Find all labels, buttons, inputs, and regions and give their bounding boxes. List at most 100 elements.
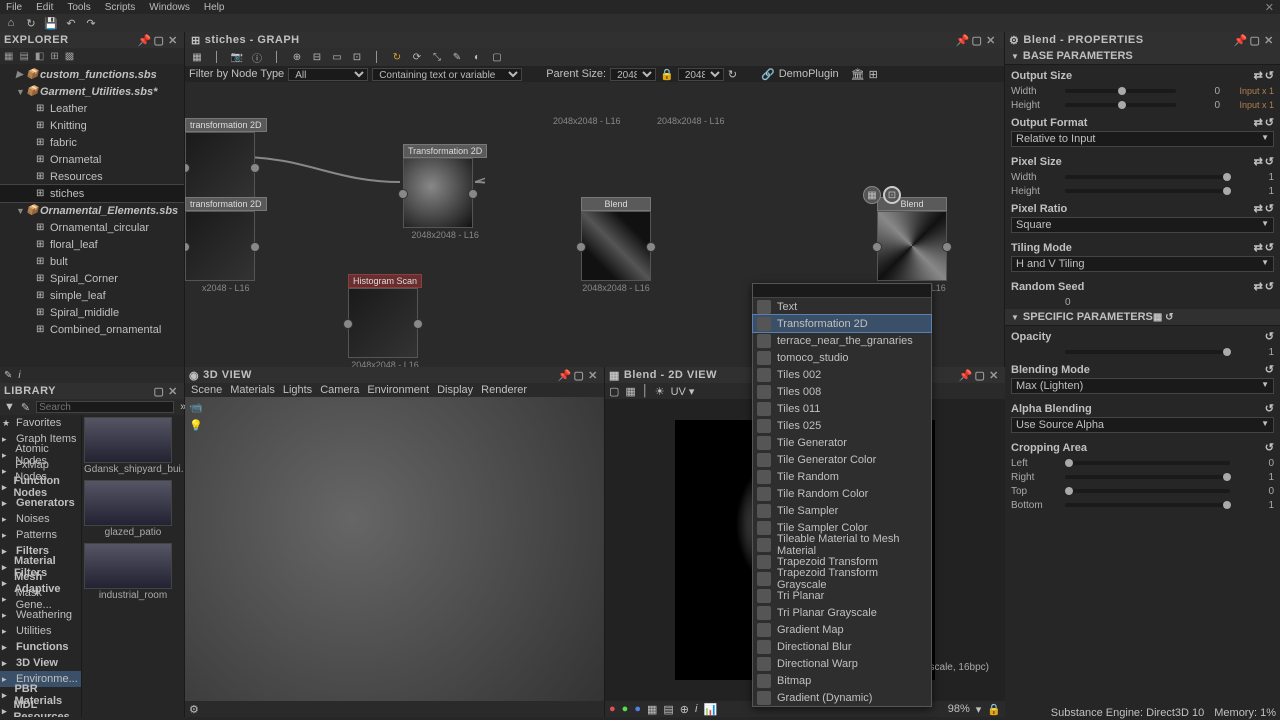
popup-item[interactable]: Tri Planar Grayscale	[753, 604, 931, 621]
close-icon[interactable]: ✕	[987, 368, 1001, 382]
input-socket[interactable]	[343, 319, 353, 329]
tool-icon[interactable]: ▢	[489, 50, 505, 64]
save-icon[interactable]: 💾	[44, 16, 58, 30]
reset-icon[interactable]: ↺	[1265, 402, 1274, 415]
explorer-item[interactable]: ⊞Combined_ornamental	[0, 321, 184, 338]
link-icon[interactable]: ⇄	[1254, 202, 1263, 215]
library-category[interactable]: ▸Weathering	[0, 607, 81, 623]
menu-help[interactable]: Help	[204, 2, 225, 13]
parent-h-select[interactable]: 2048	[678, 68, 724, 81]
channel-icon[interactable]: ●	[609, 703, 616, 715]
library-category[interactable]: ▸Functions	[0, 639, 81, 655]
redo-icon[interactable]: ↷	[84, 16, 98, 30]
tool-icon[interactable]: ⊞	[50, 51, 58, 62]
tool-icon[interactable]: │	[369, 50, 385, 64]
app-close-icon[interactable]: ✕	[1265, 1, 1274, 14]
alpha-blend-select[interactable]: Use Source Alpha▼	[1011, 417, 1274, 433]
tool-icon[interactable]: ▤	[663, 703, 673, 716]
tool-icon[interactable]: ▦	[189, 50, 205, 64]
input-socket[interactable]	[576, 242, 586, 252]
tool-icon[interactable]: │	[642, 385, 649, 397]
crop-left-slider[interactable]	[1065, 461, 1230, 465]
tool-icon[interactable]: ▦	[625, 385, 635, 398]
tool-icon[interactable]: ▢	[609, 385, 619, 398]
graph-node[interactable]: Blend2048x2048 - L16	[877, 197, 947, 293]
library-category[interactable]: ▸Patterns	[0, 527, 81, 543]
reset-icon[interactable]: ↺	[1265, 441, 1274, 454]
popup-item[interactable]: Gradient (Dynamic)	[753, 689, 931, 706]
node-badge-icon[interactable]: ▦	[863, 186, 881, 204]
library-item[interactable]: glazed_patio	[84, 480, 182, 539]
opacity-slider[interactable]	[1065, 350, 1230, 354]
menu-edit[interactable]: Edit	[36, 2, 53, 13]
explorer-item[interactable]: ⊞Knitting	[0, 117, 184, 134]
popup-item[interactable]: Tile Random Color	[753, 485, 931, 502]
crop-right-slider[interactable]	[1065, 475, 1230, 479]
input-socket[interactable]	[185, 242, 190, 252]
refresh-icon[interactable]: ↻	[24, 16, 38, 30]
width-slider[interactable]	[1065, 89, 1176, 93]
view3d-menu[interactable]: Materials	[230, 384, 275, 396]
node-badge-icon[interactable]: ⊡	[883, 186, 901, 204]
output-socket[interactable]	[250, 163, 260, 173]
pin-icon[interactable]: 📌	[956, 33, 970, 47]
undo-icon[interactable]: ↶	[64, 16, 78, 30]
library-category[interactable]: ▸Generators	[0, 495, 81, 511]
tool-icon[interactable]: ▾	[976, 703, 982, 716]
menu-file[interactable]: File	[6, 2, 22, 13]
tool-icon[interactable]: ⊕	[289, 50, 305, 64]
explorer-item[interactable]: ⊞Ornametal	[0, 151, 184, 168]
camera-icon[interactable]: 📹	[189, 401, 203, 415]
output-socket[interactable]	[942, 242, 952, 252]
base-params-section[interactable]: ▼BASE PARAMETERS	[1005, 48, 1280, 65]
tool-icon[interactable]: ▩	[65, 51, 74, 62]
tool-icon[interactable]: ▤	[19, 51, 28, 62]
graph-node[interactable]: Blend2048x2048 - L16	[581, 197, 651, 293]
channel-icon[interactable]: ●	[622, 703, 629, 715]
pin-icon[interactable]: 📌	[959, 368, 973, 382]
close-icon[interactable]: ✕	[166, 33, 180, 47]
reset-icon[interactable]: ↺	[1265, 116, 1274, 129]
explorer-item[interactable]: ⊞simple_leaf	[0, 287, 184, 304]
maximize-icon[interactable]: ▢	[152, 33, 166, 47]
link-icon[interactable]: ⇄	[1254, 280, 1263, 293]
light-icon[interactable]: 💡	[189, 419, 203, 433]
explorer-item[interactable]: ⊞bult	[0, 253, 184, 270]
library-search-input[interactable]	[36, 401, 174, 413]
explorer-package[interactable]: ▼📦Ornamental_Elements.sbs	[0, 202, 184, 219]
library-category[interactable]: ▸Utilities	[0, 623, 81, 639]
pin-icon[interactable]: 📌	[1234, 33, 1248, 47]
filter-type-select[interactable]: All	[288, 68, 368, 81]
tool-icon[interactable]: ✎	[449, 50, 465, 64]
explorer-package[interactable]: ▶📦custom_functions.sbs	[0, 66, 184, 83]
pixel-w-slider[interactable]	[1065, 175, 1230, 179]
explorer-item[interactable]: ⊞fabric	[0, 134, 184, 151]
tool-icon[interactable]: ⊡	[349, 50, 365, 64]
maximize-icon[interactable]: ▢	[973, 368, 987, 382]
blend-mode-select[interactable]: Max (Lighten)▼	[1011, 378, 1274, 394]
close-icon[interactable]: ✕	[984, 33, 998, 47]
explorer-item[interactable]: ⊞floral_leaf	[0, 236, 184, 253]
output-socket[interactable]	[468, 189, 478, 199]
explorer-package[interactable]: ▼📦Garment_Utilities.sbs*	[0, 83, 184, 100]
popup-item[interactable]: Directional Blur	[753, 638, 931, 655]
specific-params-section[interactable]: ▼SPECIFIC PARAMETERS▦ ↺	[1005, 309, 1280, 326]
popup-item[interactable]: Tileable Material to Mesh Material	[753, 536, 931, 553]
popup-item[interactable]: Gradient Map	[753, 621, 931, 638]
reset-icon[interactable]: ↺	[1265, 280, 1274, 293]
pixel-ratio-select[interactable]: Square▼	[1011, 217, 1274, 233]
popup-item[interactable]: Transformation 2D	[753, 315, 931, 332]
popup-item[interactable]: Directional Warp	[753, 655, 931, 672]
input-socket[interactable]	[398, 189, 408, 199]
popup-item[interactable]: Tile Random	[753, 468, 931, 485]
popup-item[interactable]: Tile Generator	[753, 434, 931, 451]
view3d-menu[interactable]: Display	[437, 384, 473, 396]
pixel-h-slider[interactable]	[1065, 189, 1230, 193]
tool-icon[interactable]: 📊	[703, 703, 717, 716]
explorer-item[interactable]: ⊞Leather	[0, 100, 184, 117]
close-icon[interactable]: ✕	[586, 368, 600, 382]
reset-icon[interactable]: ↻	[728, 68, 737, 81]
popup-search-input[interactable]	[753, 284, 931, 298]
tool-icon[interactable]: ☀	[655, 385, 665, 398]
lock-icon[interactable]: 🔒	[660, 68, 674, 81]
